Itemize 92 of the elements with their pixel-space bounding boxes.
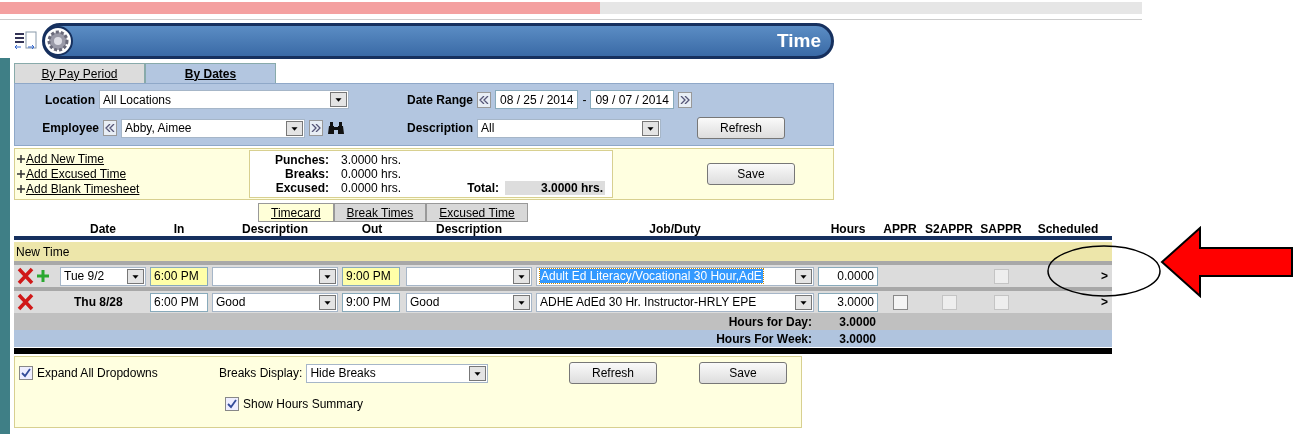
summary-value: 3.0000 hrs. <box>340 153 403 167</box>
date-range-label: Date Range <box>405 92 473 107</box>
delete-icon[interactable] <box>16 267 34 285</box>
caret-icon <box>330 92 347 107</box>
employee-select[interactable]: Abby, Aimee <box>121 118 305 138</box>
column-header: Job/Duty <box>648 222 702 236</box>
total-value: 3.0000 hrs. <box>505 181 605 195</box>
description-select[interactable]: All <box>477 118 661 138</box>
column-header: S2APPR <box>924 222 974 236</box>
layout-toggle-icon[interactable] <box>14 30 38 52</box>
column-header: Hours <box>829 222 867 236</box>
caret-icon <box>319 268 336 284</box>
in-time-field[interactable]: 6:00 PM <box>150 266 208 286</box>
date-separator: - <box>582 92 587 107</box>
start-date-field[interactable]: 08 / 25 / 2014 <box>495 90 579 109</box>
in-description-select[interactable]: Good <box>212 292 338 312</box>
caret-icon <box>642 120 659 136</box>
sub-tab[interactable]: Break Times <box>333 203 427 222</box>
plus-icon <box>17 155 25 163</box>
expand-arrow[interactable]: > <box>1024 295 1112 309</box>
summary-label: Excused: <box>274 181 330 195</box>
summary-value: 0.0000 hrs. <box>340 181 403 195</box>
next-date-button[interactable] <box>677 91 692 108</box>
add-link[interactable]: Add Excused Time <box>26 167 127 181</box>
in-description-select[interactable] <box>212 266 338 286</box>
refresh-button[interactable]: Refresh <box>697 117 785 139</box>
delete-icon[interactable] <box>16 293 34 311</box>
plus-icon <box>17 185 25 193</box>
column-header: Date <box>89 222 117 236</box>
expand-arrow[interactable]: > <box>1024 269 1112 283</box>
out-time-field[interactable]: 9:00 PM <box>342 266 400 286</box>
add-icon[interactable] <box>37 270 49 282</box>
location-select[interactable]: All Locations <box>99 90 349 109</box>
column-header: APPR <box>882 222 918 236</box>
summary-label: Punches: <box>274 153 330 167</box>
save-button[interactable]: Save <box>707 163 795 185</box>
section-header: New Time <box>14 242 1112 261</box>
summary-value: 0.0000 hrs. <box>340 167 403 181</box>
date-text: Thu 8/28 <box>73 295 123 309</box>
out-description-select[interactable] <box>406 266 532 286</box>
sub-tab[interactable]: Timecard <box>258 203 334 222</box>
add-link[interactable]: Add New Time <box>26 152 105 166</box>
column-header: Description <box>435 222 503 236</box>
caret-icon <box>286 120 303 136</box>
breaks-display-select[interactable]: Hide Breaks <box>306 363 489 383</box>
total-label: Total: <box>466 181 500 195</box>
description-label: Description <box>406 121 473 135</box>
expand-all-checkbox[interactable]: Expand All Dropdowns <box>19 366 219 380</box>
summary-label: Breaks: <box>283 167 330 181</box>
job-select[interactable]: ADHE AdEd 30 Hr. Instructor-HRLY EPE <box>536 292 814 312</box>
column-header: Description <box>241 222 309 236</box>
column-header: Scheduled <box>1036 222 1100 236</box>
date-select[interactable]: Tue 9/2 <box>60 266 146 286</box>
next-employee-button[interactable] <box>309 120 323 136</box>
caret-icon <box>127 268 144 284</box>
total-label: Hours For Week: <box>715 331 813 346</box>
page-title: Time <box>777 30 821 52</box>
checkmark-icon <box>21 368 31 378</box>
caret-icon <box>469 365 487 381</box>
save-button[interactable]: Save <box>699 362 787 384</box>
caret-icon <box>513 294 530 310</box>
binoculars-icon[interactable] <box>327 121 345 135</box>
total-value: 3.0000 <box>838 331 877 346</box>
hours-field[interactable]: 0.0000 <box>818 266 878 286</box>
refresh-button[interactable]: Refresh <box>569 362 657 384</box>
caret-icon <box>795 268 812 284</box>
approval-checkbox[interactable] <box>892 294 908 310</box>
caret-icon <box>319 294 336 310</box>
sub-tab[interactable]: Excused Time <box>426 203 528 222</box>
caret-icon <box>795 294 812 310</box>
total-label: Hours for Day: <box>727 314 813 329</box>
column-header: SAPPR <box>979 222 1023 236</box>
end-date-field[interactable]: 09 / 07 / 2014 <box>590 90 674 109</box>
add-link[interactable]: Add Blank Timesheet <box>26 182 140 196</box>
previous-date-button[interactable] <box>477 91 491 108</box>
previous-employee-button[interactable] <box>103 120 117 136</box>
in-time-field[interactable]: 6:00 PM <box>150 292 208 312</box>
column-header: In <box>172 222 186 236</box>
view-tab[interactable]: By Dates <box>145 63 276 83</box>
out-description-select[interactable]: Good <box>406 292 532 312</box>
out-time-field[interactable]: 9:00 PM <box>342 292 400 312</box>
breaks-display-label: Breaks Display: <box>219 366 303 380</box>
column-header: Out <box>360 222 384 236</box>
total-value: 3.0000 <box>838 314 877 329</box>
caret-icon <box>513 268 530 284</box>
hours-field[interactable]: 3.0000 <box>818 292 878 312</box>
checkmark-icon <box>227 399 237 409</box>
location-label: Location <box>44 92 95 107</box>
show-summary-checkbox[interactable]: Show Hours Summary <box>225 397 559 411</box>
employee-label: Employee <box>41 121 99 135</box>
plus-icon <box>17 170 25 178</box>
view-tab[interactable]: By Pay Period <box>14 63 145 83</box>
